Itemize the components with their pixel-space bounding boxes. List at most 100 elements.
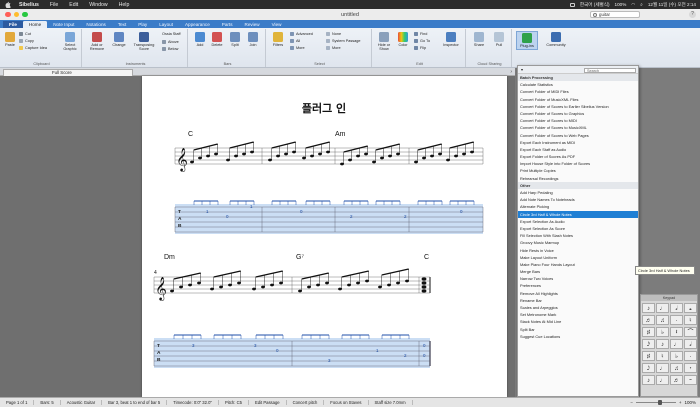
note-head[interactable] bbox=[252, 287, 256, 291]
note-head[interactable] bbox=[210, 287, 214, 291]
keypad-key[interactable]: 𝅘𝅥𝅮 bbox=[642, 363, 655, 373]
join-bar-button[interactable]: Join bbox=[246, 32, 260, 47]
note-head[interactable] bbox=[190, 160, 194, 164]
chord-note-head[interactable] bbox=[421, 281, 427, 285]
note-head[interactable] bbox=[470, 150, 474, 154]
plugin-menu-item[interactable]: Stack Notes At Mid Line bbox=[518, 318, 638, 325]
plugin-menu-item[interactable]: Convert Folder of MIDI Files bbox=[518, 88, 638, 95]
keypad-key[interactable]: · bbox=[670, 315, 683, 325]
note-head[interactable] bbox=[270, 283, 274, 287]
plugin-menu-item[interactable]: Alternate Picking bbox=[518, 203, 638, 210]
notation-staff-system-1[interactable] bbox=[174, 147, 484, 165]
plugin-menu-item[interactable]: Export Each Instrument as MIDI bbox=[518, 139, 638, 146]
select-advanced-button[interactable]: Advanced bbox=[290, 32, 313, 36]
plugin-menu-item[interactable]: Import House Style into Folder of Scores bbox=[518, 160, 638, 167]
keypad-key[interactable]: 𝅗𝅥 bbox=[684, 339, 697, 349]
note-head[interactable] bbox=[237, 281, 241, 285]
note-head[interactable] bbox=[307, 285, 311, 289]
keypad-key[interactable]: ♪ bbox=[642, 303, 655, 313]
menu-app-sibelius[interactable]: Sibelius bbox=[19, 2, 39, 8]
chord-note-head[interactable] bbox=[421, 289, 427, 293]
copy-button[interactable]: Copy bbox=[19, 39, 34, 43]
note-head[interactable] bbox=[206, 154, 210, 158]
plugin-menu-item[interactable]: Export Folder of Scores As PDF bbox=[518, 153, 638, 160]
command-search-input[interactable]: guitar bbox=[590, 11, 640, 18]
keypad-key[interactable]: · bbox=[684, 351, 697, 361]
tab-home[interactable]: Home bbox=[22, 21, 48, 28]
tab-review[interactable]: Review bbox=[239, 21, 266, 28]
plugin-menu-item[interactable]: Rehearsal Recordings bbox=[518, 175, 638, 182]
tab-notations[interactable]: Notations bbox=[80, 21, 111, 28]
note-head[interactable] bbox=[380, 156, 384, 160]
apple-logo-icon[interactable] bbox=[4, 1, 11, 8]
note-head[interactable] bbox=[372, 160, 376, 164]
keypad-key[interactable]: ♫ bbox=[670, 363, 683, 373]
plugin-menu-item[interactable]: Convert Folder of MusicXML Files bbox=[518, 96, 638, 103]
note-head[interactable] bbox=[347, 283, 351, 287]
score-page[interactable]: 플러그 인 C Am 𝄞 T A B 1 0 1 0 2 2 0 Dm G⁷ C… bbox=[142, 76, 507, 397]
plugin-menu-item[interactable]: Convert Folder of Scores to MIDI bbox=[518, 117, 638, 124]
note-head[interactable] bbox=[438, 152, 442, 156]
keypad-key[interactable]: ♩ bbox=[656, 363, 669, 373]
note-head[interactable] bbox=[388, 154, 392, 158]
note-head[interactable] bbox=[326, 150, 330, 154]
capture-idea-button[interactable]: Capture Idea bbox=[19, 46, 47, 50]
note-head[interactable] bbox=[268, 158, 272, 162]
community-button[interactable]: Community bbox=[542, 32, 570, 47]
note-head[interactable] bbox=[356, 281, 360, 285]
select-graphic-button[interactable]: Select Graphic bbox=[60, 32, 80, 51]
select-all-button[interactable]: All bbox=[290, 39, 300, 43]
help-icon[interactable]: ? bbox=[689, 11, 696, 18]
spotlight-icon[interactable]: ⌕ bbox=[640, 2, 643, 7]
find-button[interactable]: Find bbox=[414, 32, 427, 36]
note-head[interactable] bbox=[325, 281, 329, 285]
maximize-window-button[interactable] bbox=[22, 11, 28, 18]
note-head[interactable] bbox=[340, 162, 344, 166]
tab-text[interactable]: Text bbox=[112, 21, 132, 28]
plugin-menu-item[interactable]: Add Harp Pedaling bbox=[518, 189, 638, 196]
wifi-icon[interactable]: ◠ bbox=[631, 2, 635, 8]
menu-help[interactable]: Help bbox=[119, 2, 130, 8]
note-head[interactable] bbox=[228, 283, 232, 287]
plugin-menu-item[interactable]: Rename Bar bbox=[518, 297, 638, 304]
note-head[interactable] bbox=[396, 152, 400, 156]
keypad-key[interactable]: ♯ bbox=[642, 327, 655, 337]
plugin-menu-item[interactable]: Circle 3rd Half & Whole Notes bbox=[518, 210, 638, 218]
color-button[interactable]: Color bbox=[396, 32, 410, 47]
keypad-key[interactable]: 𝄽 bbox=[670, 327, 683, 337]
keypad-key[interactable]: ♯ bbox=[642, 351, 655, 361]
chord-symbol[interactable]: G⁷ bbox=[296, 254, 304, 261]
flip-button[interactable]: Flip bbox=[414, 46, 426, 50]
note-head[interactable] bbox=[242, 152, 246, 156]
keypad-key[interactable]: ♭ bbox=[670, 351, 683, 361]
chevron-down-icon[interactable]: ▾ bbox=[521, 67, 523, 72]
tab-layout[interactable]: Layout bbox=[153, 21, 179, 28]
note-head[interactable] bbox=[226, 158, 230, 162]
note-head[interactable] bbox=[276, 154, 280, 158]
battery-label[interactable]: 100% bbox=[615, 2, 627, 7]
note-head[interactable] bbox=[214, 152, 218, 156]
tab-note-input[interactable]: Note Input bbox=[47, 21, 80, 28]
plugin-menu-item[interactable]: Convert Folder of Scores to Graphics bbox=[518, 110, 638, 117]
keypad-key[interactable]: ♩ bbox=[656, 375, 669, 385]
filters-button[interactable]: Filters bbox=[270, 32, 286, 47]
note-head[interactable] bbox=[454, 154, 458, 158]
plugins-search-input[interactable]: Search bbox=[584, 67, 636, 73]
plugin-menu-item[interactable]: Groovy Music Marmup bbox=[518, 239, 638, 246]
tab-view[interactable]: View bbox=[266, 21, 288, 28]
note-head[interactable] bbox=[387, 283, 391, 287]
note-head[interactable] bbox=[348, 158, 352, 162]
keypad-key[interactable]: 𝅗𝅥 bbox=[670, 303, 683, 313]
note-head[interactable] bbox=[365, 279, 369, 283]
tab-file[interactable]: File bbox=[3, 21, 23, 28]
split-bar-button[interactable]: Split bbox=[228, 32, 242, 47]
note-head[interactable] bbox=[462, 152, 466, 156]
plugin-menu-item[interactable]: Export Selection As Audio bbox=[518, 218, 638, 225]
plugin-menu-item[interactable]: Fill Selection With Slash Notes bbox=[518, 232, 638, 239]
notes-system-1[interactable] bbox=[190, 141, 474, 166]
go-to-button[interactable]: Go To bbox=[414, 39, 430, 43]
note-head[interactable] bbox=[261, 285, 265, 289]
add-bar-button[interactable]: Add bbox=[193, 32, 207, 47]
pull-button[interactable]: Pull bbox=[490, 32, 508, 47]
plugin-menu-item[interactable]: Make Piano Four Hands Layout bbox=[518, 261, 638, 268]
